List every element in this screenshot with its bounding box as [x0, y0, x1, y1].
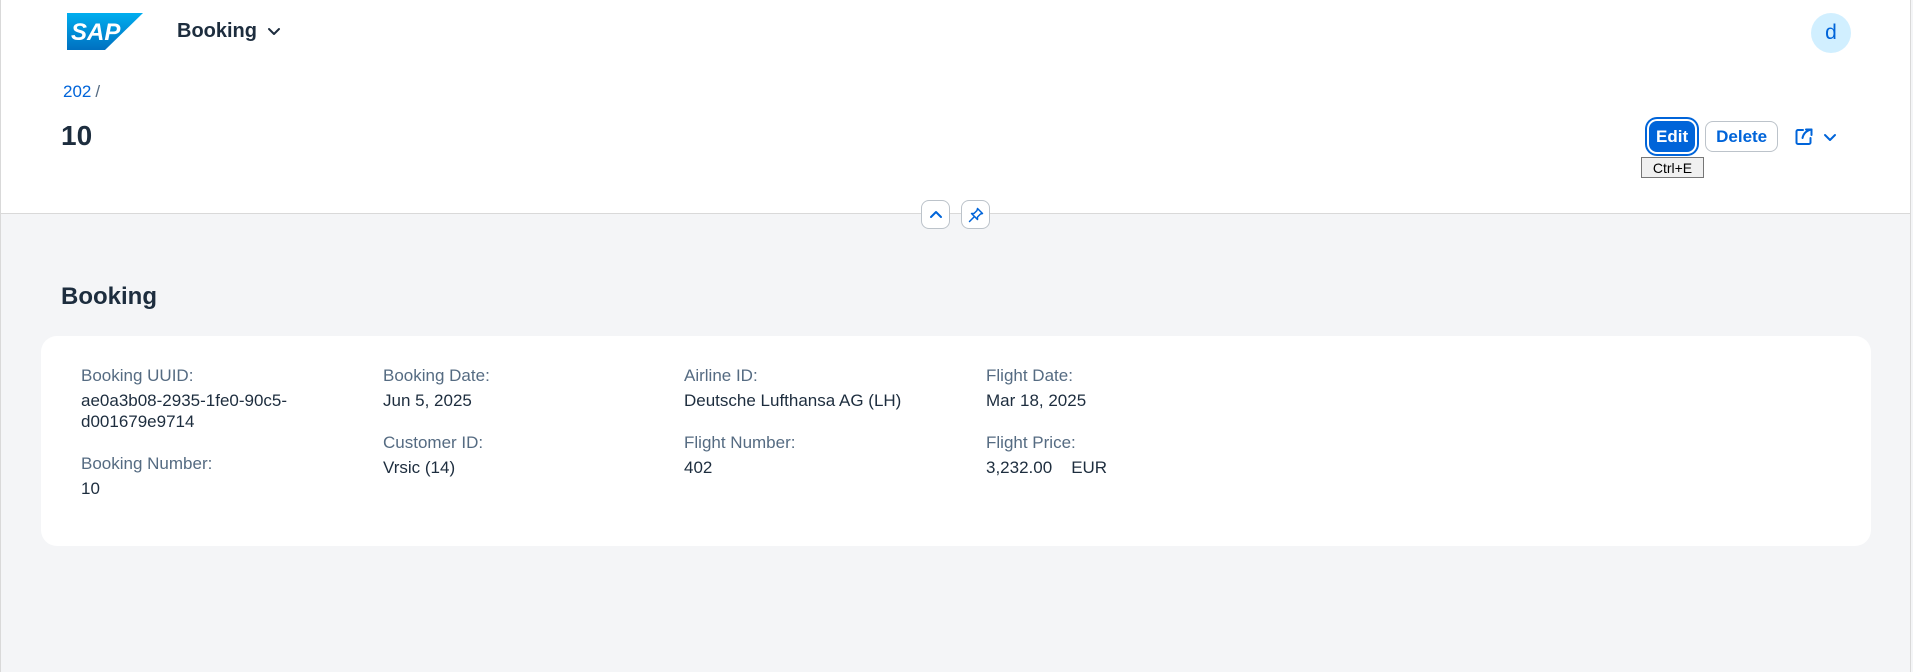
field-booking-date: Booking Date: Jun 5, 2025	[383, 365, 490, 411]
field-label: Flight Date:	[986, 366, 1073, 385]
pin-icon	[968, 207, 983, 222]
field-value: 402	[684, 458, 713, 477]
field-label: Booking Date:	[383, 366, 490, 385]
price-currency: EUR	[1071, 458, 1108, 477]
booking-form-card: Booking UUID: ae0a3b08-2935-1fe0-90c5-d0…	[41, 336, 1871, 546]
field-label: Airline ID:	[684, 366, 758, 385]
object-page-header: 202 / 10 Edit Delete	[1, 62, 1910, 214]
field-value: Mar 18, 2025	[986, 391, 1087, 410]
field-value: Jun 5, 2025	[383, 391, 472, 410]
sap-logo[interactable]: SAP	[67, 13, 143, 50]
header-actions: Edit Delete	[1649, 121, 1844, 152]
delete-button[interactable]: Delete	[1705, 121, 1779, 152]
field-flight-number: Flight Number: 402	[684, 432, 795, 478]
share-icon	[1795, 128, 1813, 145]
field-value: 3,232.00 EUR	[986, 457, 1107, 478]
field-booking-uuid: Booking UUID: ae0a3b08-2935-1fe0-90c5-d0…	[81, 365, 311, 432]
chevron-down-icon	[268, 28, 280, 35]
app-title: Booking	[177, 19, 257, 42]
field-booking-number: Booking Number: 10	[81, 453, 212, 499]
field-label: Customer ID:	[383, 433, 484, 452]
app-title-menu[interactable]: Booking	[177, 19, 282, 43]
breadcrumb-link[interactable]: 202	[63, 82, 91, 102]
breadcrumb: 202 /	[63, 82, 100, 102]
section-title: Booking	[61, 283, 157, 310]
collapse-icon	[929, 210, 942, 218]
field-label: Booking UUID:	[81, 366, 194, 385]
field-flight-date: Flight Date: Mar 18, 2025	[986, 365, 1086, 411]
field-customer-id: Customer ID: Vrsic (14)	[383, 432, 483, 478]
field-flight-price: Flight Price: 3,232.00 EUR	[986, 432, 1107, 478]
price-amount: 3,232.00	[986, 458, 1053, 477]
app: SAP Booking d 202 / 10 Edit Delete Ctrl+…	[0, 0, 1911, 672]
avatar[interactable]: d	[1811, 13, 1851, 53]
field-label: Flight Number:	[684, 433, 796, 452]
shell-bar: SAP Booking d	[1, 0, 1910, 62]
edit-button[interactable]: Edit	[1649, 121, 1696, 152]
chevron-down-icon	[1824, 133, 1837, 141]
breadcrumb-separator: /	[95, 82, 101, 101]
svg-text:SAP: SAP	[71, 19, 121, 46]
field-label: Flight Price:	[986, 433, 1076, 452]
collapse-header-button[interactable]	[921, 200, 950, 229]
field-value: Deutsche Lufthansa AG (LH)	[684, 391, 902, 410]
share-menu-button[interactable]	[1788, 121, 1844, 152]
field-value: ae0a3b08-2935-1fe0-90c5-d001679e9714	[81, 391, 288, 431]
page-title: 10	[61, 120, 93, 151]
field-label: Booking Number:	[81, 454, 213, 473]
pin-header-button[interactable]	[961, 200, 990, 229]
field-value: Vrsic (14)	[383, 458, 456, 477]
field-airline-id: Airline ID: Deutsche Lufthansa AG (LH)	[684, 365, 901, 411]
edit-shortcut-tooltip: Ctrl+E	[1641, 157, 1704, 178]
field-value: 10	[81, 479, 100, 498]
